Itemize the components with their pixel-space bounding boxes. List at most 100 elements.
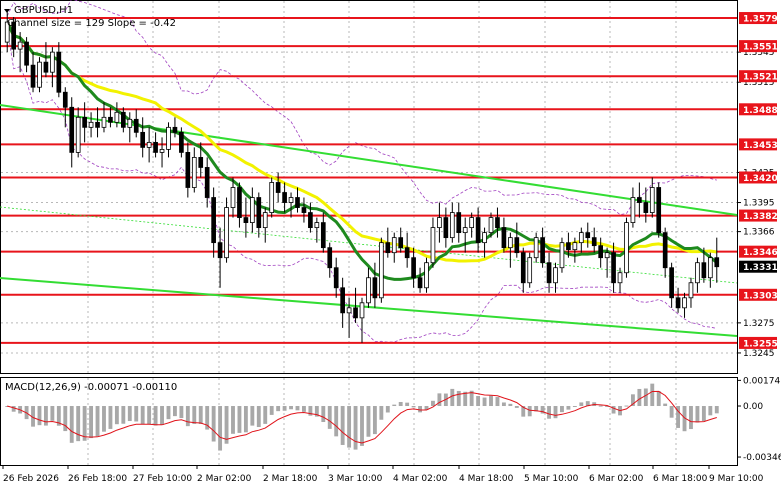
candle-body[interactable]: [643, 202, 649, 213]
candle-body[interactable]: [327, 247, 333, 269]
candle-body[interactable]: [372, 277, 378, 299]
candle-body[interactable]: [191, 157, 197, 188]
candle-body[interactable]: [282, 192, 287, 203]
candle-body[interactable]: [269, 182, 275, 213]
candle-body[interactable]: [172, 126, 178, 133]
candle-body[interactable]: [462, 227, 468, 234]
candle-body[interactable]: [630, 197, 636, 223]
candle-body[interactable]: [572, 242, 578, 251]
candle-body[interactable]: [611, 252, 616, 284]
candle-body[interactable]: [295, 197, 300, 208]
candle-body[interactable]: [714, 257, 720, 268]
candle-body[interactable]: [495, 217, 500, 229]
candle-body[interactable]: [443, 217, 449, 239]
candle-body[interactable]: [585, 232, 591, 239]
candle-body[interactable]: [62, 91, 68, 108]
candle-body[interactable]: [37, 61, 42, 88]
candle-body[interactable]: [153, 141, 158, 153]
candle-body[interactable]: [662, 232, 668, 269]
chart-canvas[interactable]: 1.35451.35151.34251.33951.33661.32751.32…: [0, 0, 781, 489]
candle-body[interactable]: [95, 121, 100, 128]
candle-body[interactable]: [624, 222, 629, 274]
candle-body[interactable]: [50, 51, 55, 73]
candle-body[interactable]: [617, 272, 623, 284]
candle-body[interactable]: [656, 187, 662, 234]
candle-body[interactable]: [669, 267, 674, 299]
candle-body[interactable]: [591, 237, 597, 247]
candle-body[interactable]: [359, 302, 365, 319]
candle-body[interactable]: [404, 247, 410, 259]
candle-body[interactable]: [230, 187, 236, 208]
candle-body[interactable]: [417, 277, 423, 289]
candle-body[interactable]: [108, 116, 113, 123]
candle-body[interactable]: [604, 252, 610, 259]
candle-body[interactable]: [701, 262, 707, 279]
candle-body[interactable]: [379, 242, 384, 299]
candle-body[interactable]: [69, 106, 75, 153]
candle-body[interactable]: [437, 217, 442, 229]
candle-body[interactable]: [243, 217, 249, 223]
candle-body[interactable]: [314, 222, 320, 229]
candle-body[interactable]: [140, 131, 146, 148]
candle-body[interactable]: [88, 121, 94, 128]
candle-body[interactable]: [649, 187, 655, 213]
candle-body[interactable]: [127, 118, 133, 128]
candle-body[interactable]: [340, 287, 345, 314]
candle-body[interactable]: [707, 257, 713, 279]
candle-body[interactable]: [430, 227, 436, 264]
candle-body[interactable]: [224, 207, 229, 259]
candle-body[interactable]: [520, 252, 526, 284]
candle-body[interactable]: [675, 297, 681, 309]
candle-body[interactable]: [256, 197, 262, 229]
candle-body[interactable]: [449, 212, 455, 239]
candle-body[interactable]: [211, 197, 216, 244]
candle-body[interactable]: [275, 182, 281, 193]
candle-body[interactable]: [179, 131, 184, 153]
candle-body[interactable]: [43, 61, 49, 73]
candle-body[interactable]: [598, 245, 604, 259]
candle-body[interactable]: [101, 116, 107, 128]
candle-body[interactable]: [553, 267, 558, 284]
candle-body[interactable]: [24, 41, 29, 66]
candle-body[interactable]: [559, 242, 565, 269]
candle-body[interactable]: [682, 297, 687, 309]
candle-body[interactable]: [308, 212, 313, 229]
candle-body[interactable]: [411, 257, 416, 279]
candle-body[interactable]: [56, 51, 62, 93]
candle-body[interactable]: [333, 267, 339, 289]
candle-body[interactable]: [469, 217, 474, 229]
candle-body[interactable]: [82, 116, 87, 128]
candle-body[interactable]: [17, 41, 23, 50]
candle-body[interactable]: [353, 307, 358, 319]
candle-body[interactable]: [540, 237, 545, 264]
candle-body[interactable]: [527, 257, 533, 284]
candle-body[interactable]: [514, 237, 520, 254]
candle-body[interactable]: [688, 282, 694, 299]
candle-body[interactable]: [456, 212, 462, 234]
candle-body[interactable]: [391, 237, 397, 254]
candle-body[interactable]: [217, 242, 223, 259]
candle-body[interactable]: [578, 232, 584, 244]
candle-body[interactable]: [114, 111, 120, 123]
candle-body[interactable]: [501, 227, 507, 249]
candle-body[interactable]: [133, 118, 139, 133]
candle-body[interactable]: [30, 64, 36, 88]
candle-body[interactable]: [695, 262, 700, 284]
candle-body[interactable]: [546, 262, 552, 284]
candle-body[interactable]: [250, 197, 255, 223]
candle-body[interactable]: [75, 116, 81, 153]
candle-body[interactable]: [320, 222, 326, 249]
dropdown-triangle-icon[interactable]: [4, 9, 10, 13]
candle-body[interactable]: [346, 307, 352, 314]
candle-body[interactable]: [166, 126, 171, 150]
candle-body[interactable]: [198, 157, 204, 168]
candle-body[interactable]: [120, 111, 126, 128]
candle-body[interactable]: [204, 167, 210, 198]
candle-body[interactable]: [366, 277, 371, 304]
candle-body[interactable]: [488, 217, 494, 234]
candle-body[interactable]: [288, 197, 294, 203]
candle-body[interactable]: [566, 242, 571, 251]
candle-body[interactable]: [185, 152, 191, 188]
candle-body[interactable]: [508, 237, 513, 249]
candle-body[interactable]: [475, 217, 481, 244]
